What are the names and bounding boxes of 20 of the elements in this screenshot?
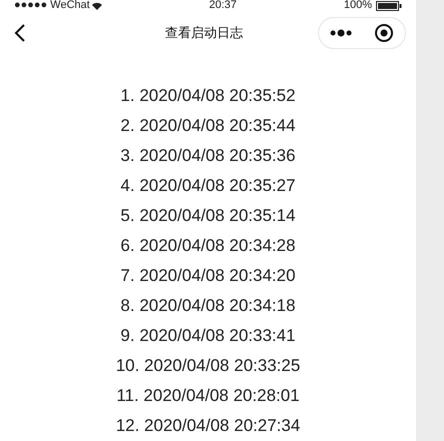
log-entry: 8. 2020/04/08 20:34:18 — [120, 295, 296, 317]
log-entry: 3. 2020/04/08 20:35:36 — [120, 145, 296, 167]
log-entry: 1. 2020/04/08 20:35:52 — [120, 85, 296, 107]
clock-label: 20:37 — [209, 0, 237, 12]
carrier-label: ●●●●● WeChat — [14, 0, 90, 12]
log-entry: 5. 2020/04/08 20:35:14 — [120, 205, 296, 227]
log-entry: 11. 2020/04/08 20:28:01 — [116, 385, 300, 407]
battery-label: 100% — [344, 0, 372, 12]
battery-icon — [376, 0, 402, 11]
log-entry: 2. 2020/04/08 20:35:44 — [120, 115, 296, 137]
page-title: 查看启动日志 — [165, 24, 243, 42]
more-icon[interactable] — [330, 29, 352, 38]
close-icon[interactable] — [374, 23, 394, 44]
wifi-icon — [92, 2, 102, 10]
log-entry: 9. 2020/04/08 20:33:41 — [120, 325, 296, 347]
log-entry: 10. 2020/04/08 20:33:25 — [116, 355, 300, 377]
log-entry: 7. 2020/04/08 20:34:20 — [120, 265, 296, 287]
log-entry: 6. 2020/04/08 20:34:28 — [120, 235, 296, 257]
log-entry: 12. 2020/04/08 20:27:34 — [116, 415, 300, 437]
log-entry: 4. 2020/04/08 20:35:27 — [120, 175, 296, 197]
